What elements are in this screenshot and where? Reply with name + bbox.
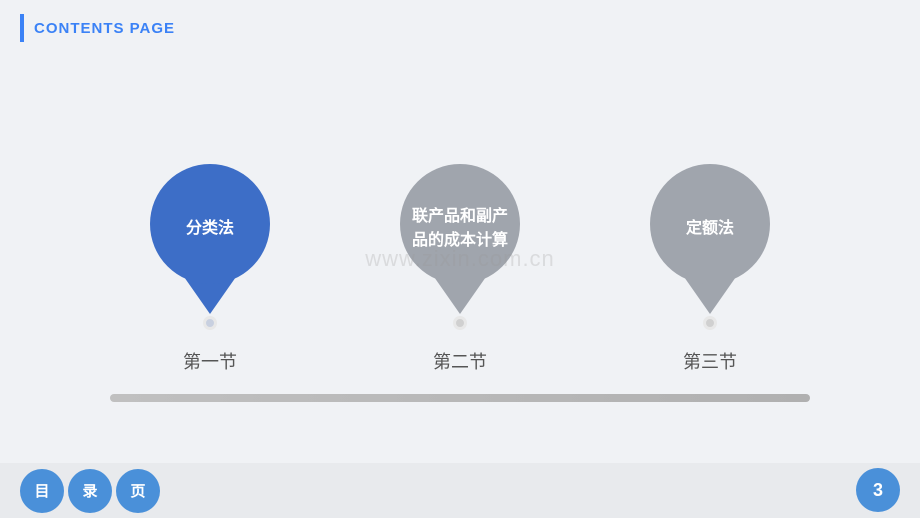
pin-item-3[interactable]: 定额法: [610, 164, 810, 330]
tab-mu[interactable]: 目: [20, 469, 64, 513]
labels-row: 第一节 第二节 第三节: [110, 348, 810, 374]
pin-text-3: 定额法: [686, 217, 734, 241]
pin-item-2[interactable]: 联产品和副产品的成本计算: [360, 164, 560, 330]
bottom-tabs: 目 录 页: [20, 469, 160, 513]
pin-shape-1: 分类法: [145, 164, 275, 314]
pins-row: 分类法 联产品和副产品的成本计算 定额法: [110, 164, 810, 330]
tab-lu[interactable]: 录: [68, 469, 112, 513]
timeline-line: [110, 394, 810, 402]
pin-shape-3: 定额法: [645, 164, 775, 314]
header-accent-bar: [20, 14, 24, 42]
page-title: CONTENTS PAGE: [34, 20, 175, 37]
pin-dot-1: [203, 316, 217, 330]
pin-dot-3: [703, 316, 717, 330]
pin-item-1[interactable]: 分类法: [110, 164, 310, 330]
bottom-bar: 目 录 页 3: [0, 463, 920, 518]
pin-text-2: 联产品和副产品的成本计算: [412, 205, 508, 253]
section-label-1: 第一节: [110, 348, 310, 374]
pin-dot-2: [453, 316, 467, 330]
section-label-3: 第三节: [610, 348, 810, 374]
header: CONTENTS PAGE: [20, 14, 175, 42]
section-label-2: 第二节: [360, 348, 560, 374]
timeline-container: 分类法 联产品和副产品的成本计算 定额法 第一节 第二节: [110, 164, 810, 374]
tab-ye[interactable]: 页: [116, 469, 160, 513]
pin-text-1: 分类法: [186, 217, 234, 241]
page-number: 3: [856, 468, 900, 512]
main-content: 分类法 联产品和副产品的成本计算 定额法 第一节 第二节: [0, 80, 920, 458]
pin-shape-2: 联产品和副产品的成本计算: [395, 164, 525, 314]
